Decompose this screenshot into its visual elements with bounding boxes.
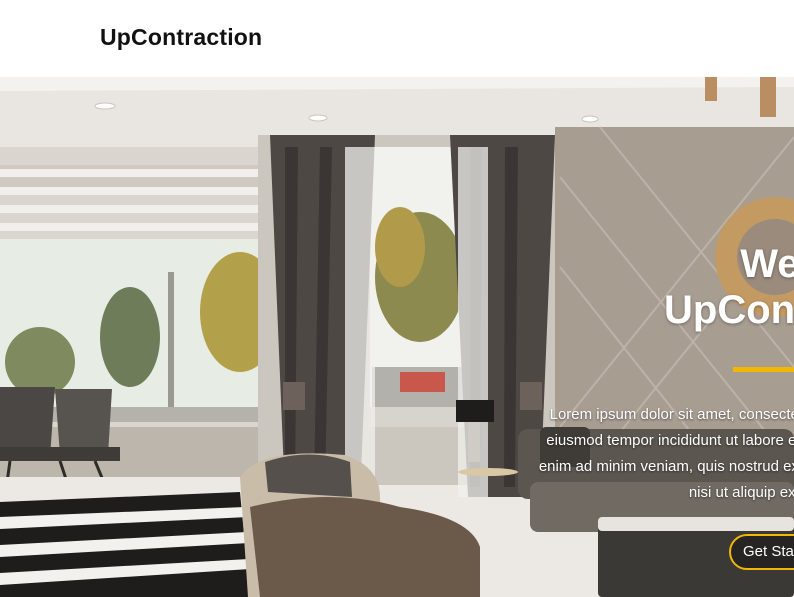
- hero-title-line-2: UpConstraction: [664, 288, 794, 332]
- hero-title-line-1: Welcome to: [740, 242, 794, 286]
- hero-desc-line-1: Lorem ipsum dolor sit amet, consectetur …: [549, 406, 794, 423]
- hero-description: Lorem ipsum dolor sit amet, consectetur …: [364, 402, 794, 506]
- accent-divider: [733, 367, 794, 372]
- hero-heading: Welcome to UpConstraction: [404, 241, 794, 333]
- site-logo[interactable]: UpContraction: [100, 24, 262, 51]
- hero-desc-line-3: enim ad minim veniam, quis nostrud exerc…: [538, 458, 794, 475]
- get-started-button[interactable]: Get Started: [729, 534, 794, 570]
- hero-desc-line-4: nisi ut aliquip ex ea commodo consequat.: [688, 484, 794, 501]
- hero-desc-line-2: eiusmod tempor incididunt ut labore et d…: [546, 432, 794, 449]
- site-header: UpContraction: [0, 0, 794, 77]
- hero-background-image: [0, 77, 794, 597]
- hero-section: Welcome to UpConstraction Lorem ipsum do…: [0, 77, 794, 597]
